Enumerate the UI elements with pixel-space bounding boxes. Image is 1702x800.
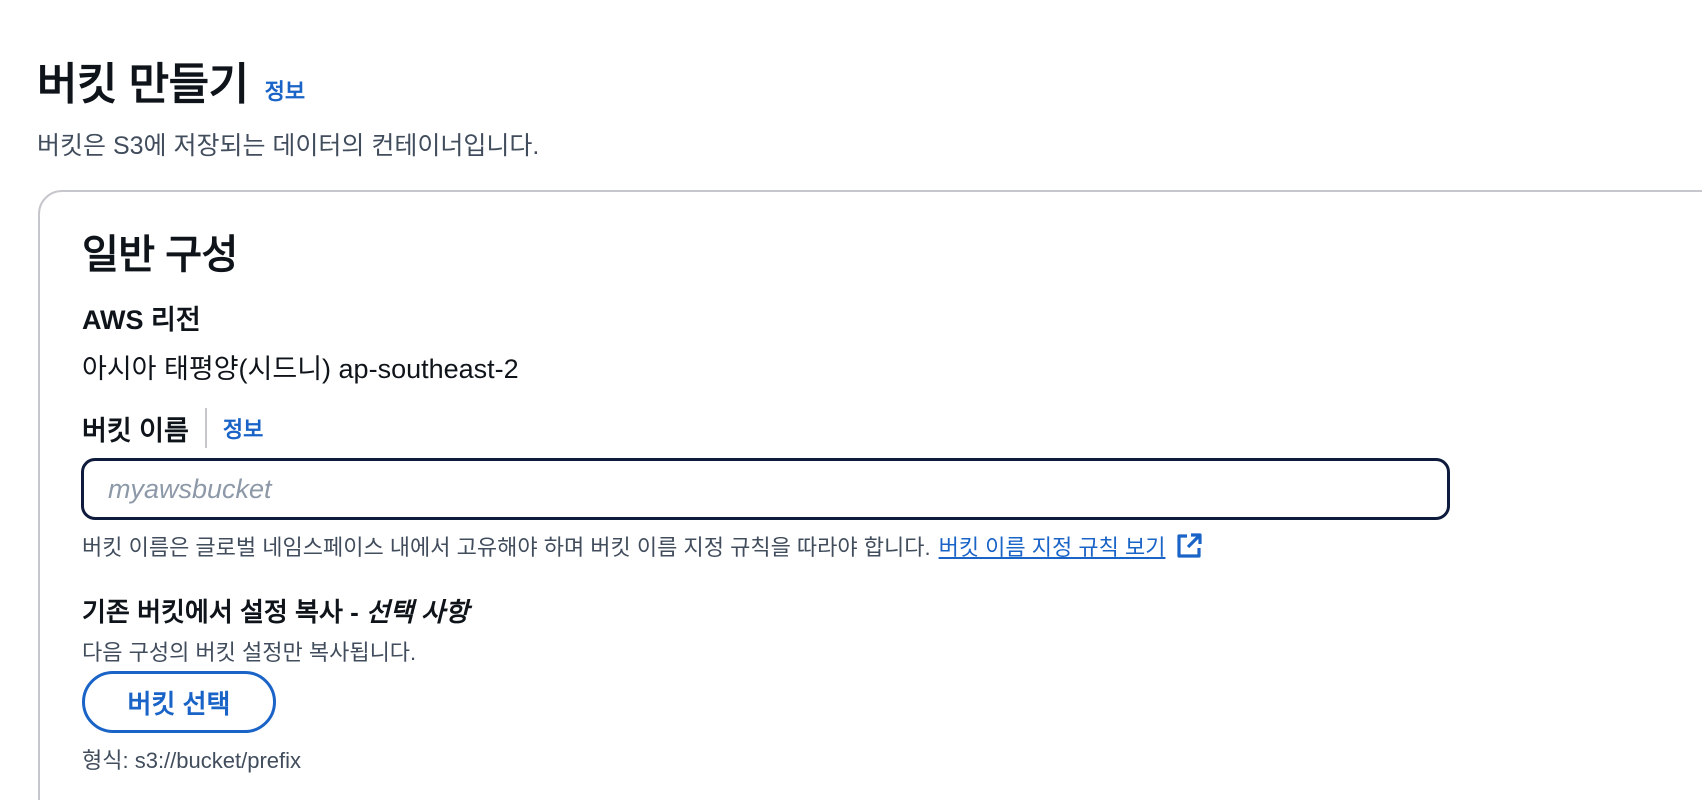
general-config-panel: 일반 구성 AWS 리전 아시아 태평양(시드니) ap-southeast-2…: [38, 190, 1702, 800]
region-label: AWS 리전: [82, 305, 201, 335]
title-info-link[interactable]: 정보: [265, 74, 305, 106]
section-title: 일반 구성: [82, 233, 238, 277]
bucket-name-hint: 버킷 이름은 글로벌 네임스페이스 내에서 고유해야 하며 버킷 이름 지정 규…: [82, 530, 1203, 562]
region-value: 아시아 태평양(시드니) ap-southeast-2: [82, 354, 519, 384]
copy-settings-description: 다음 구성의 버킷 설정만 복사됩니다.: [82, 640, 417, 665]
copy-settings-label-text: 기존 버킷에서 설정 복사 -: [82, 597, 366, 627]
create-bucket-page: 버킷 만들기 정보 버킷은 S3에 저장되는 데이터의 컨테이너입니다. 일반 …: [0, 0, 1702, 800]
page-title: 버킷 만들기: [37, 60, 249, 109]
naming-rules-link[interactable]: 버킷 이름 지정 규칙 보기: [939, 530, 1166, 562]
page-subtitle: 버킷은 S3에 저장되는 데이터의 컨테이너입니다.: [37, 132, 540, 160]
external-link-icon[interactable]: [1175, 532, 1203, 560]
bucket-name-label: 버킷 이름: [82, 415, 189, 446]
page-header: 버킷 만들기 정보 버킷은 S3에 저장되는 데이터의 컨테이너입니다.: [37, 48, 539, 162]
bucket-name-label-row: 버킷 이름 정보: [82, 408, 263, 448]
label-divider: [204, 408, 207, 448]
optional-tag: 선택 사항: [365, 597, 469, 627]
copy-settings-format: 형식: s3://bucket/prefix: [82, 748, 302, 773]
choose-bucket-button[interactable]: 버킷 선택: [82, 671, 276, 733]
bucket-name-hint-text: 버킷 이름은 글로벌 네임스페이스 내에서 고유해야 하며 버킷 이름 지정 규…: [82, 535, 931, 560]
copy-settings-label: 기존 버킷에서 설정 복사 - 선택 사항: [82, 592, 469, 629]
bucket-name-input[interactable]: [81, 458, 1450, 520]
title-row: 버킷 만들기 정보: [37, 48, 539, 112]
bucket-name-info-link[interactable]: 정보: [223, 412, 263, 444]
